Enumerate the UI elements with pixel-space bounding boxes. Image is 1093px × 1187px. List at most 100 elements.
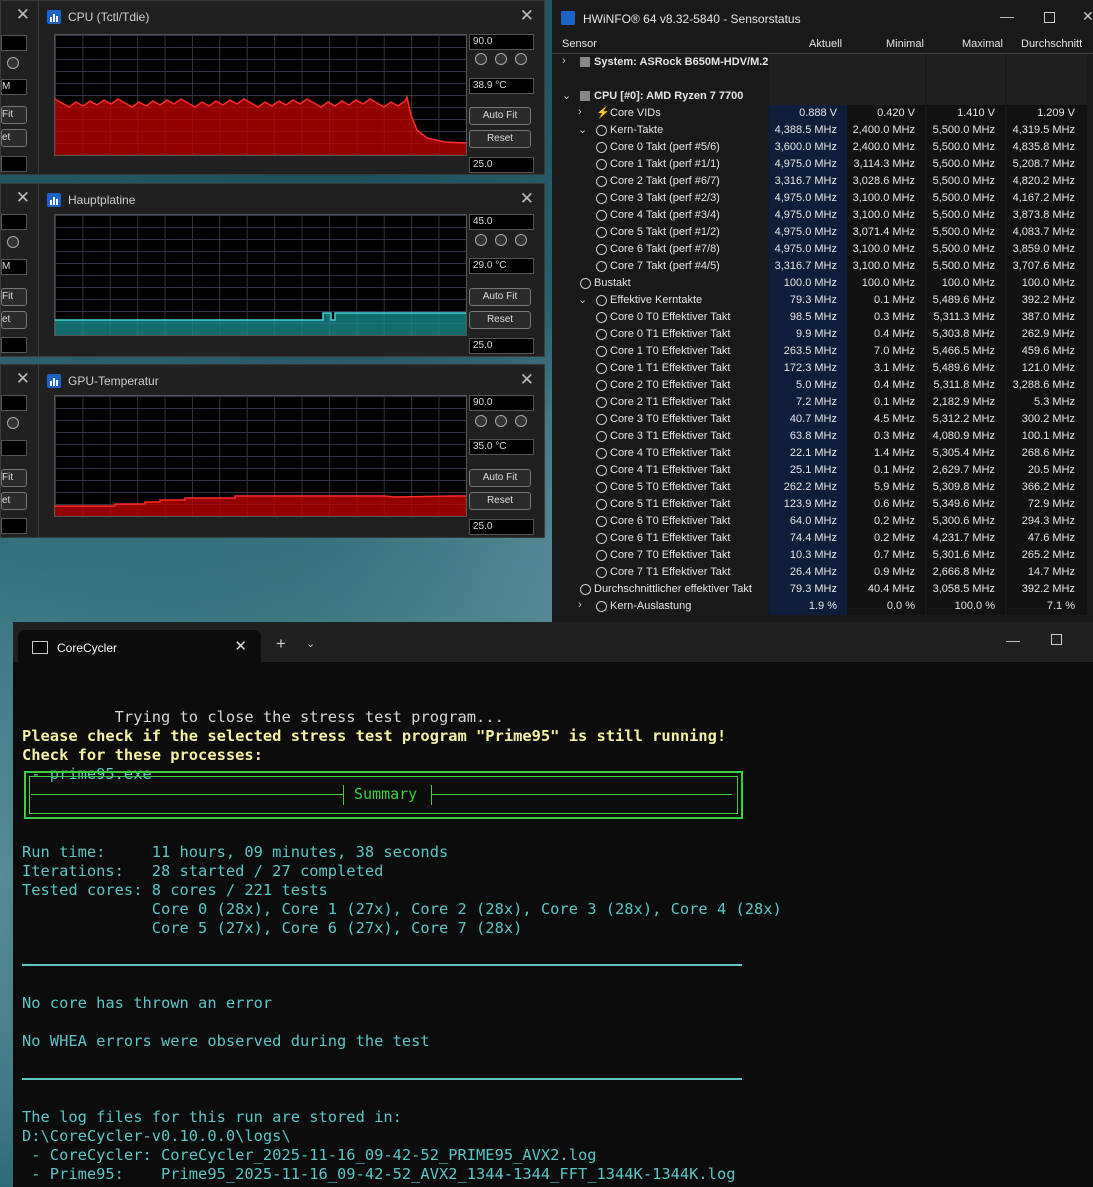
collapse-icon[interactable]: ⌄ (578, 123, 587, 136)
new-tab-icon[interactable]: + (276, 634, 286, 654)
sensor-row[interactable]: Core 1 T0 Effektiver Takt 263.5 MHz 7.0 MH… (552, 343, 1089, 360)
sensor-row[interactable]: Core 4 T1 Effektiver Takt 25.1 MHz 0.1 MHz… (552, 462, 1089, 479)
auto-fit-button[interactable]: Fit (1, 469, 27, 487)
radio-option[interactable] (515, 415, 527, 427)
min-field[interactable]: 25.0 (469, 157, 534, 173)
column-maximum[interactable]: Maximal (962, 38, 1003, 50)
reset-button[interactable]: et (1, 129, 27, 147)
max-field[interactable]: 90.0 (469, 34, 534, 50)
sensor-row[interactable] (552, 71, 1089, 88)
sensor-row[interactable]: Core 4 Takt (perf #3/4) 4,975.0 MHz 3,100.… (552, 207, 1089, 224)
sensor-list[interactable]: › System: ASRock B650M-HDV/M.2 ⌄ CPU [#0]: … (552, 54, 1089, 615)
reset-button[interactable]: et (1, 311, 27, 329)
reset-button[interactable]: et (1, 492, 27, 510)
column-minimum[interactable]: Minimal (886, 38, 924, 50)
close-icon[interactable]: ✕ (16, 369, 30, 389)
minimize-icon[interactable]: — (1000, 8, 1014, 24)
radio-option[interactable] (475, 415, 487, 427)
column-sensor[interactable]: Sensor (562, 38, 597, 50)
reset-button[interactable]: Reset (469, 311, 531, 329)
sensor-row[interactable]: Core 0 T1 Effektiver Takt 9.9 MHz 0.4 MHz 5… (552, 326, 1089, 343)
collapse-icon[interactable]: ⌄ (578, 293, 587, 306)
sensor-row[interactable]: Core 6 T1 Effektiver Takt 74.4 MHz 0.2 MHz… (552, 530, 1089, 547)
sensor-row[interactable]: Core 7 Takt (perf #4/5) 3,316.7 MHz 3,100.… (552, 258, 1089, 275)
title-bar[interactable]: Hauptplatine ✕ (39, 184, 544, 214)
collapse-icon[interactable]: ⌄ (562, 89, 571, 102)
sensor-row[interactable]: Core 0 T0 Effektiver Takt 98.5 MHz 0.3 MHz… (552, 309, 1089, 326)
sensor-row[interactable]: Core 6 T0 Effektiver Takt 64.0 MHz 0.2 MHz… (552, 513, 1089, 530)
sensor-row[interactable]: Core 3 T0 Effektiver Takt 40.7 MHz 4.5 MHz… (552, 411, 1089, 428)
close-icon[interactable]: ✕ (520, 189, 534, 209)
sensor-group-row[interactable]: › System: ASRock B650M-HDV/M.2 (552, 54, 1089, 71)
sensor-row[interactable]: Core 4 T0 Effektiver Takt 22.1 MHz 1.4 MHz… (552, 445, 1089, 462)
radio-option[interactable] (495, 234, 507, 246)
value-field[interactable] (1, 518, 27, 534)
maximize-icon[interactable] (1051, 634, 1062, 645)
title-bar[interactable]: CPU (Tctl/Tdie) ✕ (39, 1, 544, 31)
chevron-down-icon[interactable]: ⌄ (306, 637, 315, 650)
close-icon[interactable]: ✕ (1082, 8, 1093, 25)
value-field[interactable] (1, 395, 27, 411)
sensor-row[interactable]: Core 1 Takt (perf #1/1) 4,975.0 MHz 3,114.… (552, 156, 1089, 173)
expand-icon[interactable]: › (578, 599, 582, 611)
radio-option[interactable] (7, 57, 19, 69)
value-field[interactable] (1, 440, 27, 456)
sensor-row[interactable]: Core 2 T1 Effektiver Takt 7.2 MHz 0.1 MHz 2… (552, 394, 1089, 411)
min-field[interactable]: 25.0 (469, 519, 534, 535)
sensor-row[interactable]: Core 3 Takt (perf #2/3) 4,975.0 MHz 3,100.… (552, 190, 1089, 207)
auto-fit-button[interactable]: Fit (1, 288, 27, 306)
max-field[interactable]: 90.0 (469, 395, 534, 411)
auto-fit-button[interactable]: Fit (1, 106, 27, 124)
auto-fit-button[interactable]: Auto Fit (469, 107, 531, 125)
reset-button[interactable]: Reset (469, 130, 531, 148)
sensor-row[interactable]: Durchschnittlicher effektiver Takt 79.3 M… (552, 581, 1089, 598)
column-average[interactable]: Durchschnitt (1021, 38, 1082, 50)
auto-fit-button[interactable]: Auto Fit (469, 469, 531, 487)
close-icon[interactable]: ✕ (16, 5, 30, 25)
title-bar[interactable]: GPU-Temperatur ✕ (39, 365, 544, 395)
minimize-icon[interactable]: — (1006, 632, 1020, 648)
sensor-row[interactable]: Core 2 T0 Effektiver Takt 5.0 MHz 0.4 MHz 5… (552, 377, 1089, 394)
radio-option[interactable] (495, 53, 507, 65)
value-field[interactable]: M (1, 79, 27, 95)
sensor-row[interactable]: Core 2 Takt (perf #6/7) 3,316.7 MHz 3,028.… (552, 173, 1089, 190)
sensor-row[interactable]: ⌄ Kern-Takte 4,388.5 MHz 2,400.0 MHz 5,500.0… (552, 122, 1089, 139)
radio-option[interactable] (7, 236, 19, 248)
sensor-group-row[interactable]: ⌄ CPU [#0]: AMD Ryzen 7 7700 (552, 88, 1089, 105)
tab-bar[interactable]: CoreCycler ✕ + ⌄ — (13, 622, 1093, 662)
tab-corecycler[interactable]: CoreCycler ✕ (18, 630, 261, 662)
auto-fit-button[interactable]: Auto Fit (469, 288, 531, 306)
radio-option[interactable] (7, 417, 19, 429)
sensor-row[interactable]: ⌄ Effektive Kerntakte 79.3 MHz 0.1 MHz 5,489… (552, 292, 1089, 309)
value-field[interactable]: M (1, 259, 27, 275)
max-field[interactable]: 45.0 (469, 214, 534, 230)
radio-option[interactable] (475, 234, 487, 246)
sensor-row[interactable]: Core 5 T0 Effektiver Takt 262.2 MHz 5.9 MH… (552, 479, 1089, 496)
column-header[interactable]: Sensor Aktuell Minimal Maximal Durchschn… (552, 37, 1093, 54)
sensor-row[interactable]: Bustakt 100.0 MHz 100.0 MHz 100.0 MHz 100.0 … (552, 275, 1089, 292)
expand-icon[interactable]: › (562, 55, 566, 67)
sensor-row[interactable]: › Kern-Auslastung 1.9 % 0.0 % 100.0 % 7.1 % (552, 598, 1089, 615)
min-field[interactable]: 25.0 (469, 338, 534, 354)
expand-icon[interactable]: › (578, 106, 582, 118)
value-field[interactable] (1, 156, 27, 172)
sensor-row[interactable]: Core 1 T1 Effektiver Takt 172.3 MHz 3.1 MH… (552, 360, 1089, 377)
value-field[interactable] (1, 35, 27, 51)
radio-option[interactable] (515, 53, 527, 65)
close-icon[interactable]: ✕ (16, 188, 30, 208)
column-current[interactable]: Aktuell (809, 38, 842, 50)
sensor-row[interactable]: Core 5 T1 Effektiver Takt 123.9 MHz 0.6 MH… (552, 496, 1089, 513)
close-icon[interactable]: ✕ (520, 370, 534, 390)
radio-option[interactable] (475, 53, 487, 65)
sensor-row[interactable]: Core 5 Takt (perf #1/2) 4,975.0 MHz 3,071.… (552, 224, 1089, 241)
sensor-row[interactable]: Core 6 Takt (perf #7/8) 4,975.0 MHz 3,100.… (552, 241, 1089, 258)
close-tab-icon[interactable]: ✕ (234, 637, 247, 655)
close-icon[interactable]: ✕ (520, 6, 534, 26)
reset-button[interactable]: Reset (469, 492, 531, 510)
value-field[interactable] (1, 214, 27, 230)
maximize-icon[interactable] (1044, 12, 1055, 23)
sensor-row[interactable]: › ⚡ Core VIDs 0.888 V 0.420 V 1.410 V 1.209 V (552, 105, 1089, 122)
value-field[interactable] (1, 337, 27, 353)
title-bar[interactable]: HWiNFO® 64 v8.32-5840 - Sensorstatus — ✕ (552, 0, 1093, 37)
sensor-row[interactable]: Core 7 T1 Effektiver Takt 26.4 MHz 0.9 MHz… (552, 564, 1089, 581)
